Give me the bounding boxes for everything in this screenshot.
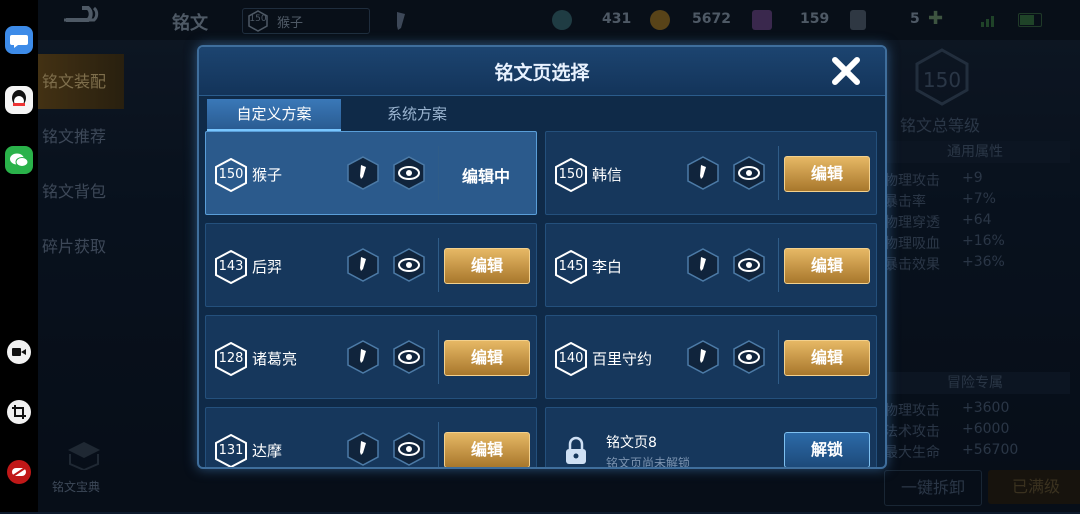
view-eye-icon[interactable]: [392, 156, 426, 190]
page-hero-name: 韩信: [592, 166, 623, 184]
view-eye-icon[interactable]: [732, 340, 766, 374]
edit-button[interactable]: 编辑: [444, 248, 530, 284]
rename-pen-icon[interactable]: [686, 156, 720, 190]
crop-icon[interactable]: [7, 400, 31, 424]
page-level: 150: [218, 167, 244, 182]
view-eye-icon[interactable]: [392, 248, 426, 282]
game-mode-icon[interactable]: [7, 460, 31, 484]
inscription-page-card[interactable]: 150 韩信 编辑: [545, 131, 877, 215]
rename-pen-icon[interactable]: [346, 248, 380, 282]
rename-pen-icon[interactable]: [346, 156, 380, 190]
page-level: 150: [558, 167, 584, 182]
inscription-page-card[interactable]: 140 百里守约 编辑: [545, 315, 877, 399]
edit-button[interactable]: 编辑: [784, 340, 870, 376]
wechat-app-icon[interactable]: [5, 146, 33, 174]
view-eye-icon[interactable]: [392, 432, 426, 466]
divider: [438, 146, 439, 200]
inscription-page-card[interactable]: 150 猴子 编辑中: [205, 131, 537, 215]
view-eye-icon[interactable]: [732, 248, 766, 282]
rename-pen-icon[interactable]: [346, 432, 380, 466]
inscription-page-select-dialog: 铭文页选择 自定义方案 系统方案 150 猴子 编辑中 150 韩信 编辑 14…: [197, 45, 887, 469]
divider: [438, 238, 439, 292]
edit-button[interactable]: 编辑: [444, 432, 530, 467]
view-eye-icon[interactable]: [392, 340, 426, 374]
locked-page-hint: 铭文页尚未解锁: [606, 456, 691, 469]
page-level: 143: [218, 259, 244, 274]
page-hero-name: 达摩: [252, 442, 283, 460]
close-icon[interactable]: [829, 54, 863, 88]
locked-page-name: 铭文页8: [606, 435, 657, 451]
page-hero-name: 后羿: [252, 258, 283, 276]
page-hero-name: 猴子: [252, 166, 283, 184]
page-level: 128: [218, 351, 244, 366]
inscription-page-card[interactable]: 143 后羿 编辑: [205, 223, 537, 307]
editing-status-label: 编辑中: [461, 167, 510, 186]
rename-pen-icon[interactable]: [686, 340, 720, 374]
divider: [778, 330, 779, 384]
inscription-page-card[interactable]: 145 李白 编辑: [545, 223, 877, 307]
messages-app-icon[interactable]: [5, 26, 33, 54]
lock-icon: [566, 436, 586, 464]
screen-record-icon[interactable]: [7, 340, 31, 364]
page-level: 145: [558, 259, 584, 274]
inscription-page-card[interactable]: 131 达摩 编辑: [205, 407, 537, 467]
page-hero-name: 百里守约: [592, 350, 653, 368]
page-hero-name: 诸葛亮: [252, 350, 298, 368]
qq-app-icon[interactable]: [5, 86, 33, 114]
divider: [778, 238, 779, 292]
locked-inscription-page-card[interactable]: 铭文页8 铭文页尚未解锁 解锁: [545, 407, 877, 469]
edit-button[interactable]: 编辑: [784, 248, 870, 284]
dialog-header: 铭文页选择: [199, 47, 885, 96]
divider: [438, 330, 439, 384]
page-level: 140: [558, 351, 584, 366]
view-eye-icon[interactable]: [732, 156, 766, 190]
edit-button[interactable]: 编辑: [784, 156, 870, 192]
page-hero-name: 李白: [592, 258, 623, 276]
rename-pen-icon[interactable]: [346, 340, 380, 374]
divider: [438, 422, 439, 467]
inscription-page-card[interactable]: 128 诸葛亮 编辑: [205, 315, 537, 399]
tab-custom-plan[interactable]: 自定义方案: [207, 99, 341, 131]
divider: [778, 146, 779, 200]
page-level: 131: [218, 443, 244, 458]
side-dock: [0, 0, 38, 512]
rename-pen-icon[interactable]: [686, 248, 720, 282]
unlock-button[interactable]: 解锁: [784, 432, 870, 467]
dialog-title: 铭文页选择: [494, 62, 590, 84]
tab-system-plan[interactable]: 系统方案: [357, 99, 477, 129]
edit-button[interactable]: 编辑: [444, 340, 530, 376]
